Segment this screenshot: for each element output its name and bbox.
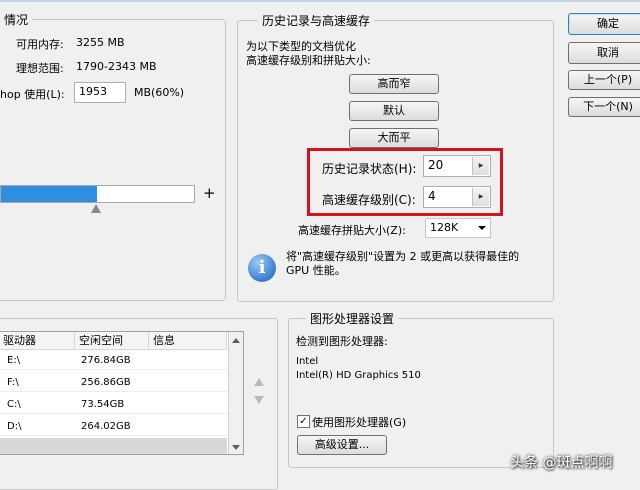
drive-cell: D:\ <box>7 421 22 432</box>
memory-group-title: 情况 <box>0 11 33 28</box>
column-header-drive[interactable]: 驱动器 <box>0 332 75 350</box>
next-button[interactable]: 下一个(N) <box>568 97 640 117</box>
use-gpu-checkbox[interactable]: ✓ <box>297 415 310 428</box>
info-icon: i <box>248 254 276 282</box>
big-flat-button[interactable]: 大而平 <box>349 128 439 148</box>
watermark: 头条 @斑点啊啊 <box>510 455 613 471</box>
default-button[interactable]: 默认 <box>349 101 439 121</box>
table-row[interactable]: C:\ 73.54GB <box>0 395 227 414</box>
cache-levels-arrow-icon[interactable]: ▶ <box>472 188 489 206</box>
prev-button[interactable]: 上一个(P) <box>568 70 640 90</box>
drive-cell: F:\ <box>7 377 19 388</box>
move-down-arrow-icon[interactable] <box>254 396 264 404</box>
gpu-detected-label: 检测到图形处理器: <box>296 335 388 348</box>
ideal-range-value: 1790-2343 MB <box>76 60 157 73</box>
table-row[interactable]: D:\ 264.02GB <box>0 417 227 436</box>
chevron-down-icon <box>478 226 486 230</box>
optimize-description-line2: 高速缓存级别和拼贴大小: <box>246 54 371 67</box>
tile-size-select[interactable]: 128K <box>425 218 491 238</box>
scratch-disks-table: 驱动器 空闲空间 信息 E:\ 276.84GB F:\ 256.86GB C:… <box>0 331 244 455</box>
memory-usage-slider[interactable] <box>0 185 195 203</box>
available-ram-label: 可用内存: <box>16 38 64 51</box>
history-states-input[interactable]: 20 ▶ <box>423 155 491 177</box>
table-row[interactable]: E:\ 276.84GB <box>0 351 227 370</box>
column-header-free-space[interactable]: 空闲空间 <box>75 332 149 350</box>
memory-usage-slider-fill <box>1 186 97 202</box>
free-space-cell: 276.84GB <box>81 355 131 366</box>
cancel-button[interactable]: 取消 <box>568 42 640 64</box>
usage-unit: MB(60%) <box>134 86 185 99</box>
slider-plus-icon[interactable]: + <box>203 184 216 202</box>
history-states-arrow-icon[interactable]: ▶ <box>472 157 489 175</box>
scroll-up-arrow-icon[interactable] <box>232 338 240 343</box>
history-states-value: 20 <box>428 158 444 172</box>
tile-size-label: 高速缓存拼贴大小(Z): <box>298 224 406 237</box>
free-space-cell: 256.86GB <box>81 377 131 388</box>
cache-levels-input[interactable]: 4 ▶ <box>423 186 491 208</box>
table-row[interactable]: F:\ 256.86GB <box>0 373 227 392</box>
tile-size-value: 128K <box>430 221 459 234</box>
usage-label: hop 使用(L): <box>0 88 65 101</box>
available-ram-value: 3255 MB <box>76 36 125 49</box>
history-states-label: 历史记录状态(H): <box>322 162 417 176</box>
drive-cell: E:\ <box>7 355 21 366</box>
ideal-range-label: 理想范围: <box>16 62 64 75</box>
free-space-cell: 73.54GB <box>81 399 125 410</box>
gpu-group-title: 图形处理器设置 <box>306 310 399 327</box>
tall-thin-button[interactable]: 高而窄 <box>349 74 439 94</box>
memory-usage-input[interactable]: 1953 <box>74 82 126 103</box>
ok-button[interactable]: 确定 <box>568 13 640 35</box>
table-scrollbar[interactable] <box>228 332 243 454</box>
scroll-down-arrow-icon[interactable] <box>232 445 240 450</box>
table-empty-area <box>0 438 227 454</box>
move-up-arrow-icon[interactable] <box>254 378 264 386</box>
drive-cell: C:\ <box>7 399 21 410</box>
use-gpu-label[interactable]: 使用图形处理器(G) <box>312 414 406 430</box>
cache-levels-value: 4 <box>428 189 436 203</box>
history-cache-group-title: 历史记录与高速缓存 <box>258 12 375 29</box>
cache-levels-label: 高速缓存级别(C): <box>322 193 416 207</box>
free-space-cell: 264.02GB <box>81 421 131 432</box>
gpu-vendor: Intel <box>296 356 319 367</box>
info-text-line2: GPU 性能。 <box>286 264 346 277</box>
column-header-info[interactable]: 信息 <box>149 332 227 350</box>
memory-usage-slider-thumb[interactable] <box>91 204 101 213</box>
advanced-settings-button[interactable]: 高级设置... <box>297 435 387 455</box>
gpu-model: Intel(R) HD Graphics 510 <box>296 370 421 381</box>
title-bar-strip <box>0 0 640 2</box>
